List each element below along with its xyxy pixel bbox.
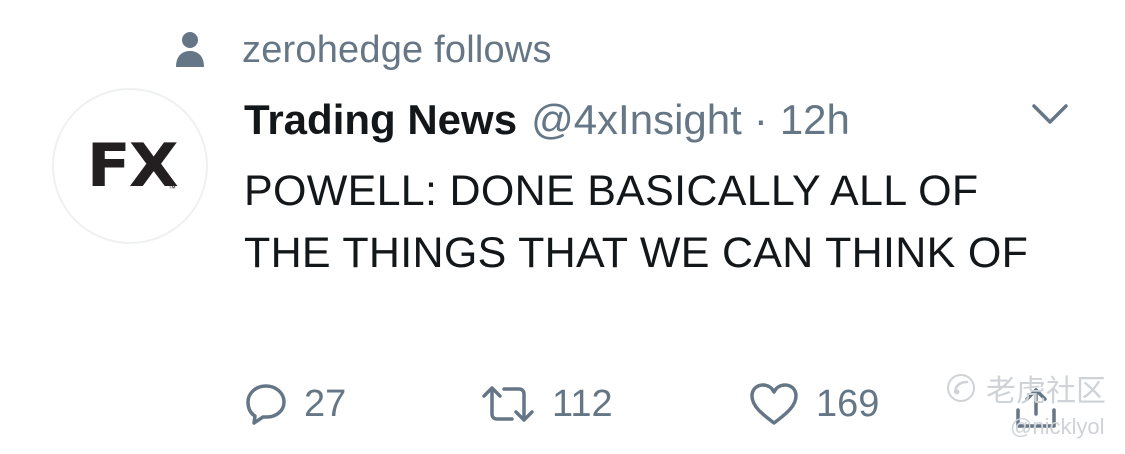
social-context: zerohedge follows	[172, 22, 552, 78]
chevron-down-icon[interactable]	[1030, 100, 1070, 130]
social-context-text[interactable]: zerohedge follows	[242, 29, 552, 72]
heart-icon	[748, 381, 800, 427]
retweet-button[interactable]: 112	[480, 376, 613, 432]
reply-count: 27	[304, 382, 347, 425]
watermark: 老虎社区 @nicklyol	[946, 366, 1116, 446]
retweet-count: 112	[552, 382, 613, 425]
timestamp[interactable]: 12h	[780, 96, 850, 144]
watermark-handle: @nicklyol	[1010, 414, 1105, 439]
tweet-header: Trading News @4xInsight · 12h	[244, 92, 850, 148]
reply-button[interactable]: 27	[244, 376, 346, 432]
tiger-logo-icon	[946, 373, 976, 403]
user-handle[interactable]: @4xInsight	[531, 96, 742, 144]
tweet-text: POWELL: DONE BASICALLY ALL OF THE THINGS…	[244, 167, 1029, 277]
avatar[interactable]: FX ™	[52, 88, 208, 244]
display-name[interactable]: Trading News	[244, 96, 517, 144]
watermark-brand: 老虎社区	[946, 366, 1106, 410]
header-separator: ·	[753, 96, 768, 143]
reply-icon	[244, 382, 288, 426]
avatar-logo-trademark: ™	[168, 184, 176, 193]
avatar-logo: FX	[87, 131, 179, 201]
watermark-brand-text: 老虎社区	[986, 375, 1106, 408]
like-count: 169	[816, 382, 880, 425]
like-button[interactable]: 169	[748, 376, 879, 432]
retweet-icon	[480, 382, 536, 426]
person-icon	[172, 28, 208, 72]
